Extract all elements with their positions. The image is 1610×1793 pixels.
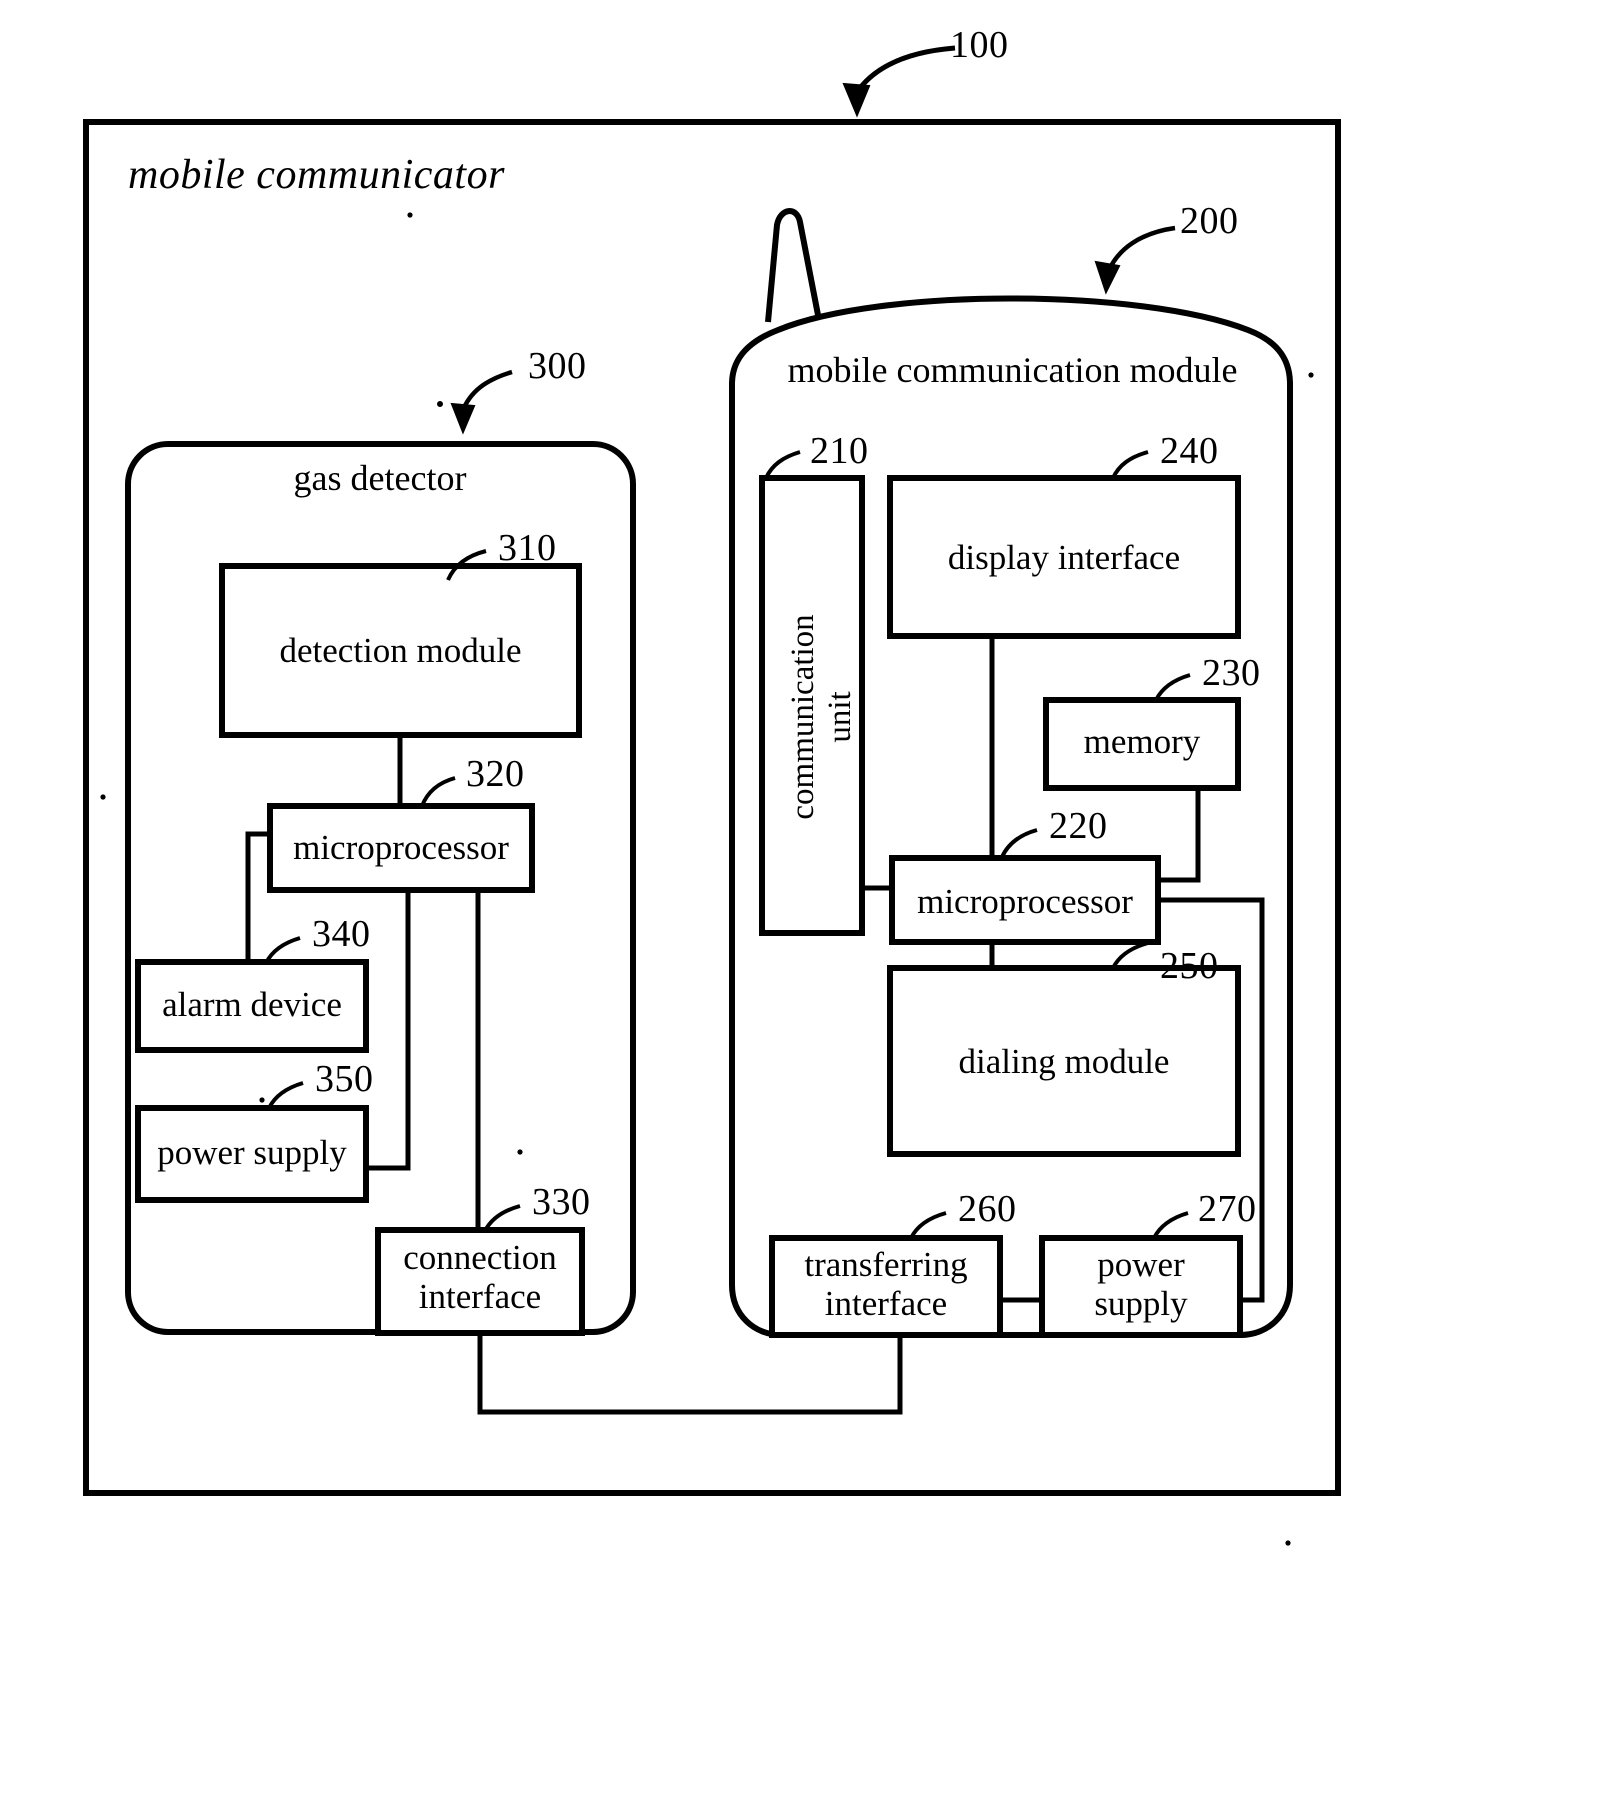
label-microprocessor-320: microprocessor [293, 828, 509, 867]
phone-antenna [765, 208, 821, 323]
leader-arrowhead-200 [1094, 260, 1121, 295]
figure-linework [83, 45, 1341, 1546]
ref-num-320: 320 [466, 753, 525, 795]
label-communication-unit: communication unit [785, 614, 858, 820]
page-title: mobile communicator [128, 152, 505, 198]
ref-num-230: 230 [1202, 652, 1261, 694]
leader-arrowhead-300 [450, 402, 476, 435]
ref-num-350: 350 [315, 1058, 374, 1100]
ref-num-300: 300 [528, 345, 587, 387]
patent-figure: mobile communicator 100 gas detector 300… [0, 0, 1610, 1793]
ref-num-310: 310 [498, 527, 557, 569]
ref-num-260: 260 [958, 1188, 1017, 1230]
leader-line-320 [420, 776, 456, 807]
ref-num-200: 200 [1180, 200, 1239, 242]
label-microprocessor-220: microprocessor [917, 882, 1133, 921]
scan-speck [100, 794, 106, 800]
label-power-supply-350: power supply [157, 1133, 347, 1172]
wire-connection-interface-to-transferring-interface [477, 1333, 903, 1415]
wire-microprocessor-320-to-power-supply [366, 862, 411, 1171]
scan-speck [517, 1149, 523, 1155]
label-detection-module: detection module [279, 631, 522, 670]
label-power-supply-270: power supply [1094, 1245, 1188, 1324]
scan-speck [1308, 372, 1314, 378]
ref-num-100: 100 [950, 24, 1009, 66]
label-alarm-device: alarm device [162, 985, 342, 1024]
gas-detector-title: gas detector [293, 458, 467, 498]
mobile-communication-module-title: mobile communication module [787, 350, 1238, 390]
leader-line-350 [267, 1081, 304, 1109]
ref-num-330: 330 [532, 1181, 591, 1223]
label-dialing-module: dialing module [958, 1042, 1170, 1081]
label-display-interface: display interface [947, 538, 1181, 577]
scan-speck [1285, 1540, 1291, 1546]
scan-speck [437, 401, 443, 407]
ref-num-210: 210 [810, 430, 869, 472]
ref-num-250: 250 [1160, 945, 1219, 987]
label-transferring-interface: transferring interface [804, 1245, 968, 1324]
leader-arrowhead-100 [842, 82, 871, 118]
ref-num-220: 220 [1049, 805, 1108, 847]
label-connection-interface: connection interface [403, 1238, 557, 1317]
ref-num-340: 340 [312, 913, 371, 955]
leader-line-100 [852, 45, 956, 97]
ref-num-270: 270 [1198, 1188, 1257, 1230]
label-memory: memory [1083, 722, 1201, 761]
scan-speck [259, 1097, 265, 1103]
ref-num-240: 240 [1160, 430, 1219, 472]
scan-speck [407, 212, 413, 218]
